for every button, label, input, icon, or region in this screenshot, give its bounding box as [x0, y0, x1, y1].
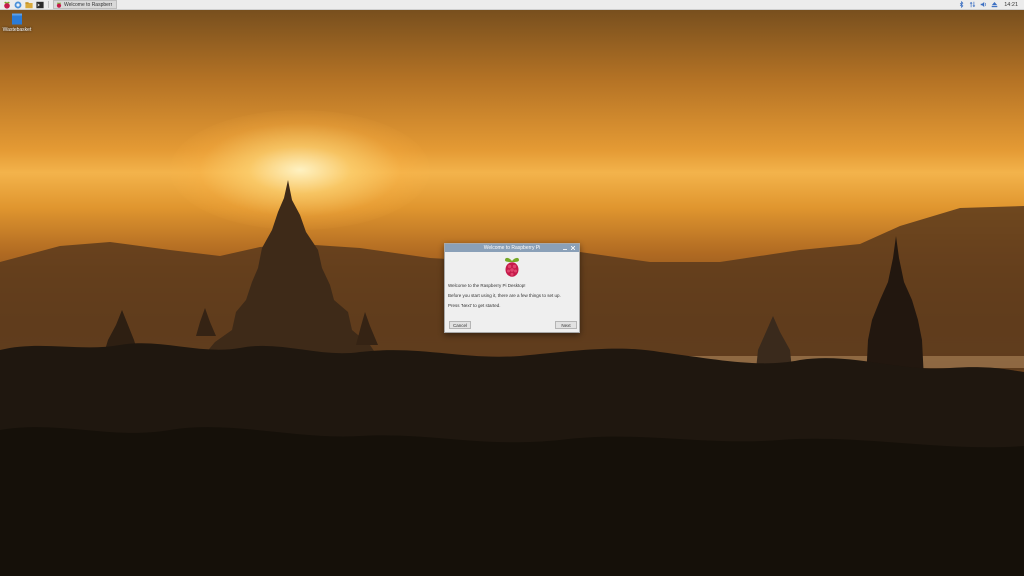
wastebasket-icon: [12, 13, 22, 25]
bluetooth-icon[interactable]: [958, 1, 965, 8]
web-browser-icon[interactable]: [14, 1, 22, 9]
next-button[interactable]: Next: [555, 321, 577, 329]
volume-icon[interactable]: [980, 1, 987, 8]
eject-icon[interactable]: [991, 1, 998, 8]
dialog-titlebar[interactable]: Welcome to Raspberry Pi: [445, 244, 579, 252]
dialog-welcome-text: Welcome to the Raspberry Pi Desktop!: [448, 283, 526, 288]
raspberry-icon: [56, 2, 62, 8]
network-icon[interactable]: [969, 1, 976, 8]
close-icon: [571, 246, 575, 250]
panel-separator: [48, 1, 49, 8]
desktop-icon-label: Wastebasket: [2, 27, 32, 33]
system-tray: 14:21: [954, 0, 1024, 10]
welcome-dialog: Welcome to Raspberry Pi Welcome to the R…: [444, 243, 580, 333]
raspberry-menu-icon[interactable]: [3, 1, 11, 9]
taskbar-window-label: Welcome to Raspberr: [64, 1, 113, 8]
dialog-instruction-text: Press 'Next' to get started.: [448, 303, 501, 308]
file-manager-icon[interactable]: [25, 1, 33, 9]
top-panel: Welcome to Raspberr 14:21: [0, 0, 1024, 10]
minimize-button[interactable]: [561, 244, 569, 252]
dialog-setup-text: Before you start using it, there are a f…: [448, 293, 561, 298]
dialog-title: Welcome to Raspberry Pi: [483, 245, 541, 251]
cancel-button[interactable]: Cancel: [449, 321, 471, 329]
minimize-icon: [563, 249, 567, 250]
close-button[interactable]: [569, 244, 577, 252]
taskbar-window-button[interactable]: Welcome to Raspberr: [53, 0, 117, 9]
desktop-icon-wastebasket[interactable]: Wastebasket: [3, 13, 31, 33]
terminal-icon[interactable]: [36, 1, 44, 9]
raspberry-pi-logo-icon: [505, 257, 519, 277]
clock[interactable]: 14:21: [1004, 2, 1018, 8]
